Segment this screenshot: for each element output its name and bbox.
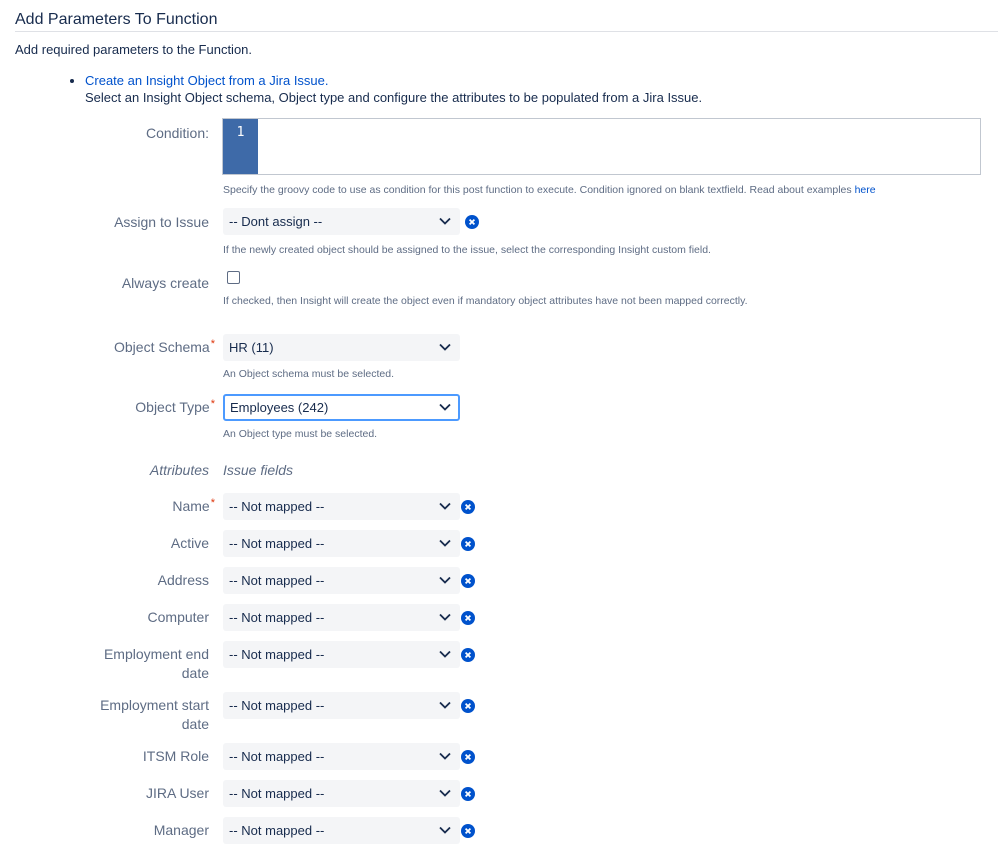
examples-link[interactable]: here: [855, 184, 876, 196]
create-object-link[interactable]: Create an Insight Object from a Jira Iss…: [85, 73, 329, 88]
chevron-down-icon: [439, 650, 451, 658]
chevron-down-icon: [439, 539, 451, 547]
clear-icon[interactable]: [461, 611, 475, 625]
attribute-mapping-value: -- Not mapped --: [229, 573, 325, 588]
attribute-mapping-value: -- Not mapped --: [229, 698, 325, 713]
attribute-label: ITSM Role: [143, 747, 209, 766]
object-type-label-text: Object Type: [135, 399, 210, 415]
attribute-label: Manager: [154, 821, 209, 840]
attribute-label: Computer: [148, 608, 209, 627]
chevron-down-icon: [439, 826, 451, 834]
condition-code-editor[interactable]: 1: [222, 118, 981, 175]
object-schema-label: Object Schema*: [114, 338, 215, 359]
attribute-label: Employment end date: [104, 645, 209, 683]
clear-icon[interactable]: [461, 824, 475, 838]
attribute-mapping-value: -- Not mapped --: [229, 749, 325, 764]
attribute-mapping-value: -- Not mapped --: [229, 823, 325, 838]
title-divider: [15, 31, 998, 32]
object-type-value: Employees (242): [230, 400, 329, 415]
issue-fields-header: Issue fields: [223, 462, 294, 478]
attribute-label-line1: Employment end: [103, 646, 209, 662]
attributes-header: Attributes: [149, 462, 209, 478]
attribute-label-line1: Manager: [153, 822, 209, 838]
attribute-label-line1: Active: [170, 535, 209, 551]
attribute-mapping-value: -- Not mapped --: [229, 536, 325, 551]
always-create-label: Always create: [121, 275, 209, 291]
attribute-mapping-value: -- Not mapped --: [229, 647, 325, 662]
condition-help-text: Specify the groovy code to use as condit…: [223, 184, 855, 196]
clear-icon[interactable]: [461, 537, 475, 551]
attribute-label: Name*: [172, 497, 215, 518]
chevron-down-icon: [439, 613, 451, 621]
chevron-down-icon: [439, 701, 451, 709]
object-schema-select[interactable]: HR (11): [223, 334, 460, 361]
attribute-label: JIRA User: [146, 784, 209, 803]
attribute-label: Address: [158, 571, 209, 590]
attribute-label: Employment start date: [100, 696, 209, 734]
attribute-mapping-select[interactable]: -- Not mapped --: [223, 692, 460, 719]
clear-icon[interactable]: [461, 500, 475, 514]
clear-icon[interactable]: [461, 750, 475, 764]
clear-icon[interactable]: [461, 574, 475, 588]
chevron-down-icon: [439, 343, 451, 351]
chevron-down-icon: [439, 403, 451, 411]
page-title: Add Parameters To Function: [15, 11, 218, 28]
attribute-label-line1: Employment start: [100, 697, 209, 713]
attribute-label-line1: Computer: [147, 609, 209, 625]
required-marker: *: [210, 338, 215, 350]
attribute-mapping-select[interactable]: -- Not mapped --: [223, 567, 460, 594]
code-line-gutter: 1: [223, 119, 258, 174]
assign-select-value: -- Dont assign --: [229, 214, 323, 229]
attribute-mapping-select[interactable]: -- Not mapped --: [223, 780, 460, 807]
assign-help: If the newly created object should be as…: [223, 244, 711, 256]
object-type-select[interactable]: Employees (242): [223, 394, 460, 421]
chevron-down-icon: [439, 502, 451, 510]
clear-icon[interactable]: [461, 699, 475, 713]
chevron-down-icon: [439, 789, 451, 797]
object-type-label: Object Type*: [135, 398, 215, 419]
attribute-label-line1: JIRA User: [145, 785, 209, 801]
attribute-mapping-select[interactable]: -- Not mapped --: [223, 641, 460, 668]
clear-icon[interactable]: [461, 787, 475, 801]
intro-text: Add required parameters to the Function.: [15, 42, 253, 57]
condition-help: Specify the groovy code to use as condit…: [223, 184, 876, 196]
chevron-down-icon: [439, 217, 451, 225]
object-type-help: An Object type must be selected.: [223, 428, 378, 440]
attribute-label-line1: ITSM Role: [142, 748, 209, 764]
assign-select[interactable]: -- Dont assign --: [223, 208, 460, 235]
clear-icon[interactable]: [465, 215, 479, 229]
required-marker: *: [210, 398, 215, 410]
attribute-mapping-value: -- Not mapped --: [229, 786, 325, 801]
attribute-label-line2: date: [181, 665, 209, 681]
chevron-down-icon: [439, 576, 451, 584]
attribute-mapping-select[interactable]: -- Not mapped --: [223, 530, 460, 557]
object-schema-help: An Object schema must be selected.: [223, 368, 394, 380]
attribute-mapping-select[interactable]: -- Not mapped --: [223, 817, 460, 844]
attribute-label-line1: Address: [157, 572, 209, 588]
object-schema-value: HR (11): [229, 340, 274, 355]
attribute-label-line1: Name: [172, 498, 210, 514]
clear-icon[interactable]: [461, 648, 475, 662]
attribute-mapping-select[interactable]: -- Not mapped --: [223, 493, 460, 520]
condition-label: Condition:: [145, 125, 209, 141]
function-description: Select an Insight Object schema, Object …: [85, 90, 703, 105]
attribute-mapping-select[interactable]: -- Not mapped --: [223, 604, 460, 631]
object-schema-label-text: Object Schema: [114, 339, 210, 355]
attribute-label-line2: date: [181, 716, 209, 732]
attribute-mapping-value: -- Not mapped --: [229, 610, 325, 625]
attribute-mapping-value: -- Not mapped --: [229, 499, 325, 514]
required-marker: *: [210, 497, 215, 509]
attribute-label: Active: [171, 534, 209, 553]
bullet-dot: [70, 79, 74, 83]
line-number: 1: [236, 125, 245, 140]
always-create-help: If checked, then Insight will create the…: [223, 295, 748, 307]
always-create-checkbox[interactable]: [227, 271, 240, 284]
assign-label: Assign to Issue: [114, 214, 209, 230]
attribute-mapping-select[interactable]: -- Not mapped --: [223, 743, 460, 770]
chevron-down-icon: [439, 752, 451, 760]
